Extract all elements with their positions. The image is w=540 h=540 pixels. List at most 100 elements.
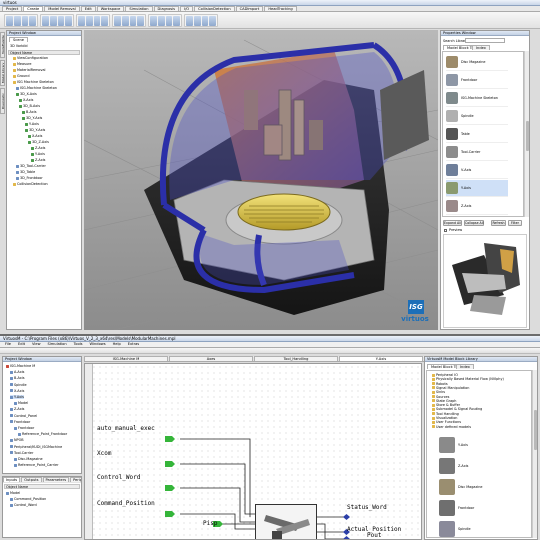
tree-item[interactable]: 3D_Table	[16, 170, 35, 174]
library-item[interactable]: Spindle	[446, 108, 508, 125]
menu-file[interactable]: File	[2, 342, 14, 347]
tree-item[interactable]: Ground	[13, 74, 29, 78]
tree-item[interactable]: B-Axis	[10, 376, 25, 380]
tree-item[interactable]: Model	[14, 401, 28, 405]
tree-item[interactable]: Reference_Point_Frontdoor	[18, 432, 67, 436]
menu-windows[interactable]: Windows	[87, 342, 109, 347]
side-tab-diagnostic[interactable]: Diagnostic	[0, 88, 5, 114]
tree-item[interactable]: Y-Axis	[31, 152, 45, 156]
io-row[interactable]: Model	[6, 491, 20, 495]
collapse-all-button[interactable]: Collapse All	[464, 220, 484, 226]
tree-item[interactable]: Z-Axis	[10, 407, 24, 411]
tree-item[interactable]: Y-Axis	[10, 395, 24, 399]
block-lib-tab-index[interactable]: Index	[456, 364, 474, 369]
tree-item[interactable]: Y-Axis	[25, 122, 39, 126]
library-item[interactable]: ISG-Machine Skeleton	[446, 90, 508, 107]
tree-item[interactable]: Z-Axis	[31, 146, 45, 150]
tree-item[interactable]: 3D_X-Axis	[16, 92, 37, 96]
tree-item[interactable]: ViewConfiguration	[13, 56, 48, 60]
doc-tab[interactable]: Tool_Handling	[254, 356, 338, 361]
library-folder[interactable]: User defined models	[432, 425, 471, 429]
tree-item[interactable]: Disc-Magazine	[14, 457, 43, 461]
menu-tools[interactable]: Tools	[71, 342, 86, 347]
tree-item[interactable]: 3D_Tool-Carrier	[16, 164, 46, 168]
ribbon-group[interactable]	[4, 13, 38, 27]
tree-item[interactable]: X-Axis	[19, 98, 33, 102]
tree-item[interactable]: Frontdoor	[14, 426, 34, 430]
tree-item[interactable]: 3D_Z-Axis	[28, 140, 49, 144]
doc-tab[interactable]: Axes	[169, 356, 253, 361]
menu-tab-model-removal[interactable]: Model Removal	[44, 6, 80, 11]
library-scrollbar[interactable]	[524, 51, 529, 217]
ribbon-group[interactable]	[112, 13, 146, 27]
library-model[interactable]: Z-Axis	[439, 456, 519, 475]
tree-item[interactable]: Z-Axis	[31, 158, 45, 162]
menu-tab-collisiondetection[interactable]: CollisionDetection	[194, 6, 235, 11]
menu-tab-project[interactable]: Project	[2, 6, 23, 11]
io-tab[interactable]: Parameters	[42, 477, 70, 482]
tree-item[interactable]: 3D_B-Axis	[19, 104, 40, 108]
io-tab[interactable]: Outputs	[21, 477, 42, 482]
library-model[interactable]: Disc Magazine	[439, 477, 519, 496]
tree-item[interactable]: Spindle	[10, 383, 27, 387]
search-library-input[interactable]	[465, 38, 505, 43]
tree-item[interactable]: 3D_Y-Axis	[25, 128, 45, 132]
expand-all-button[interactable]: Expand All	[443, 220, 462, 226]
ribbon-group[interactable]	[148, 13, 182, 27]
menu-tab-simulation[interactable]: Simulation	[125, 6, 153, 11]
ribbon-group[interactable]	[40, 13, 74, 27]
io-tab[interactable]: Peripheral IO	[70, 477, 81, 482]
ribbon-group[interactable]	[76, 13, 110, 27]
io-row[interactable]: Control_Word	[10, 503, 37, 507]
side-tab-tools[interactable]: Tools/Palette	[0, 32, 5, 58]
library-item[interactable]: Table	[446, 126, 508, 143]
menu-tab-diagnosis[interactable]: Diagnosis	[153, 6, 180, 11]
y-axis-block[interactable]	[255, 504, 317, 539]
menu-tab-cadimport[interactable]: CADImport	[235, 6, 264, 11]
menu-view[interactable]: View	[29, 342, 44, 347]
menu-extras[interactable]: Extras	[125, 342, 142, 347]
tree-item[interactable]: Tool-Carrier	[10, 451, 33, 455]
preview-checkbox[interactable]	[444, 229, 447, 232]
menu-help[interactable]: Help	[110, 342, 124, 347]
library-item[interactable]: Disc Magazine	[446, 54, 508, 71]
block-lib-scrollbar[interactable]	[532, 370, 537, 538]
tree-item[interactable]: 3D_Y-Axis	[22, 116, 42, 120]
menu-tab-edit[interactable]: Edit	[80, 6, 96, 11]
ribbon-group[interactable]	[184, 13, 218, 27]
tree-item[interactable]: X-Axis	[10, 389, 24, 393]
doc-tab[interactable]: ISG-Machine M	[84, 356, 168, 361]
menu-tab-create[interactable]: Create	[23, 6, 44, 11]
tree-item[interactable]: ISG-Machine Skeleton	[16, 86, 57, 90]
library-model[interactable]: Y-Axis	[439, 435, 519, 454]
scene-tab[interactable]: Scene	[9, 37, 28, 42]
tree-item[interactable]: Measure	[13, 62, 31, 66]
tree-item[interactable]: 3D_Frontdoor	[16, 176, 43, 180]
menu-tab-workspace[interactable]: Workspace	[96, 6, 125, 11]
block-diagram-canvas[interactable]: auto_manual_exec Xcom Control_Word Command_…	[84, 363, 422, 540]
menu-tab-i-o[interactable]: I/O	[180, 6, 194, 11]
menu-simulation[interactable]: Simulation	[45, 342, 70, 347]
side-tab-model-library[interactable]: Model Library	[0, 60, 5, 86]
3d-viewport[interactable]: ISG virtuos	[84, 30, 438, 330]
library-item[interactable]: Y-Axis	[446, 180, 508, 197]
tree-item[interactable]: MaterialRemoval	[13, 68, 45, 72]
lib-tab-index[interactable]: Index	[472, 45, 490, 50]
library-model[interactable]: Frontdoor	[439, 498, 519, 517]
tree-item[interactable]: Frontdoor	[10, 420, 30, 424]
filter-button[interactable]: Filter	[508, 220, 522, 226]
io-tab[interactable]: Inputs	[3, 477, 21, 482]
tree-item[interactable]: Peripheral/KUDI_ISGMachine	[10, 445, 62, 449]
tree-item[interactable]: B-Axis	[22, 110, 37, 114]
tree-item[interactable]: ISG-Machine M	[6, 364, 35, 368]
io-row[interactable]: Command_Position	[10, 497, 46, 501]
doc-tab[interactable]: Y-Axis	[339, 356, 423, 361]
library-item[interactable]: Z-Axis	[446, 198, 508, 215]
tree-item[interactable]: ISG Machine Skeleton	[13, 80, 54, 84]
tree-item[interactable]: A-Axis	[10, 370, 24, 374]
library-item[interactable]: Tool-Carrier	[446, 144, 508, 161]
menu-tab-headtracking[interactable]: HeadTracking	[264, 6, 297, 11]
tree-item[interactable]: X-Axis	[28, 134, 42, 138]
tree-item[interactable]: CollisionDetection	[13, 182, 48, 186]
tree-item[interactable]: NPOB	[10, 438, 24, 442]
